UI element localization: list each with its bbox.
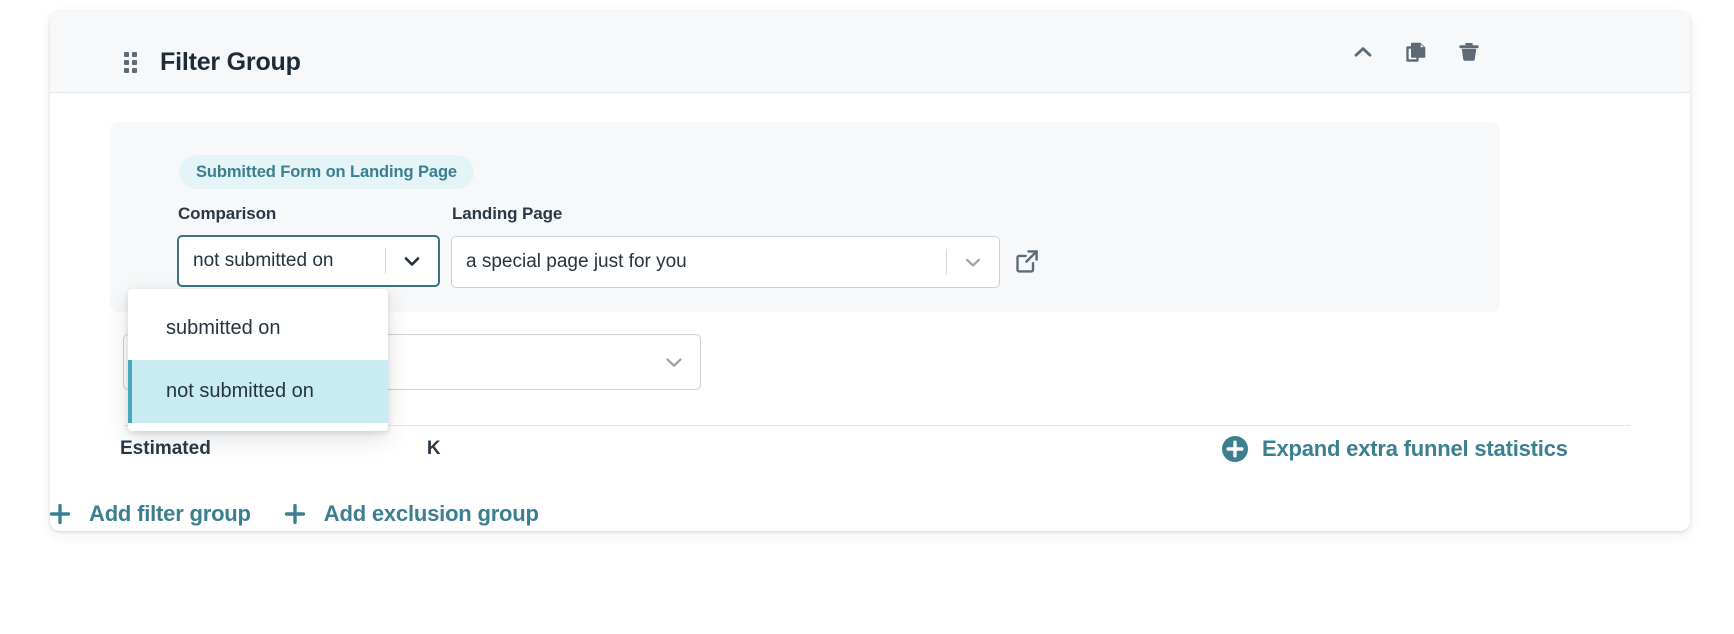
comparison-select[interactable]: not submitted on xyxy=(177,235,440,287)
status-badge: Submitted Form on Landing Page xyxy=(179,155,474,189)
chevron-down-icon[interactable] xyxy=(386,249,438,273)
dropdown-option-submitted-on[interactable]: submitted on xyxy=(128,297,388,360)
add-exclusion-group-label: Add exclusion group xyxy=(324,501,539,527)
chevron-down-icon[interactable] xyxy=(947,250,999,274)
chevron-down-icon[interactable] xyxy=(648,349,700,375)
expand-funnel-statistics-label: Expand extra funnel statistics xyxy=(1262,436,1568,462)
expand-funnel-statistics-button[interactable]: Expand extra funnel statistics xyxy=(1221,435,1568,463)
plus-icon xyxy=(46,500,74,528)
filter-builder-screen: Filter Group xyxy=(0,0,1734,634)
comparison-label: Comparison xyxy=(178,204,276,224)
copy-icon[interactable] xyxy=(1403,39,1429,65)
add-exclusion-group-button[interactable]: Add exclusion group xyxy=(281,500,539,528)
filter-row: Submitted Form on Landing Page Compariso… xyxy=(110,122,1500,312)
add-filter-group-label: Add filter group xyxy=(89,501,251,527)
comparison-value: not submitted on xyxy=(179,250,385,272)
external-link-icon[interactable] xyxy=(1012,246,1042,276)
drag-handle-icon[interactable] xyxy=(124,52,137,73)
add-group-actions: Add filter group Add exclusion group xyxy=(46,500,539,528)
comparison-dropdown-menu[interactable]: submitted on not submitted on xyxy=(128,289,388,431)
filter-card-actions xyxy=(1350,39,1482,65)
estimate-value: K xyxy=(427,438,441,459)
estimate-text: Estimated K xyxy=(120,438,441,460)
trash-icon[interactable] xyxy=(1456,39,1482,65)
chevron-up-icon[interactable] xyxy=(1350,39,1376,65)
circle-plus-icon xyxy=(1221,435,1249,463)
landing-page-label: Landing Page xyxy=(452,204,562,224)
dropdown-option-not-submitted-on[interactable]: not submitted on xyxy=(128,360,388,423)
landing-page-value: a special page just for you xyxy=(452,251,946,273)
estimate-label: Estimated xyxy=(120,438,211,459)
filter-group-card: Filter Group xyxy=(50,11,1690,531)
landing-page-select[interactable]: a special page just for you xyxy=(451,236,1000,288)
plus-icon xyxy=(281,500,309,528)
add-filter-group-button[interactable]: Add filter group xyxy=(46,500,251,528)
page-title: Filter Group xyxy=(160,48,301,77)
